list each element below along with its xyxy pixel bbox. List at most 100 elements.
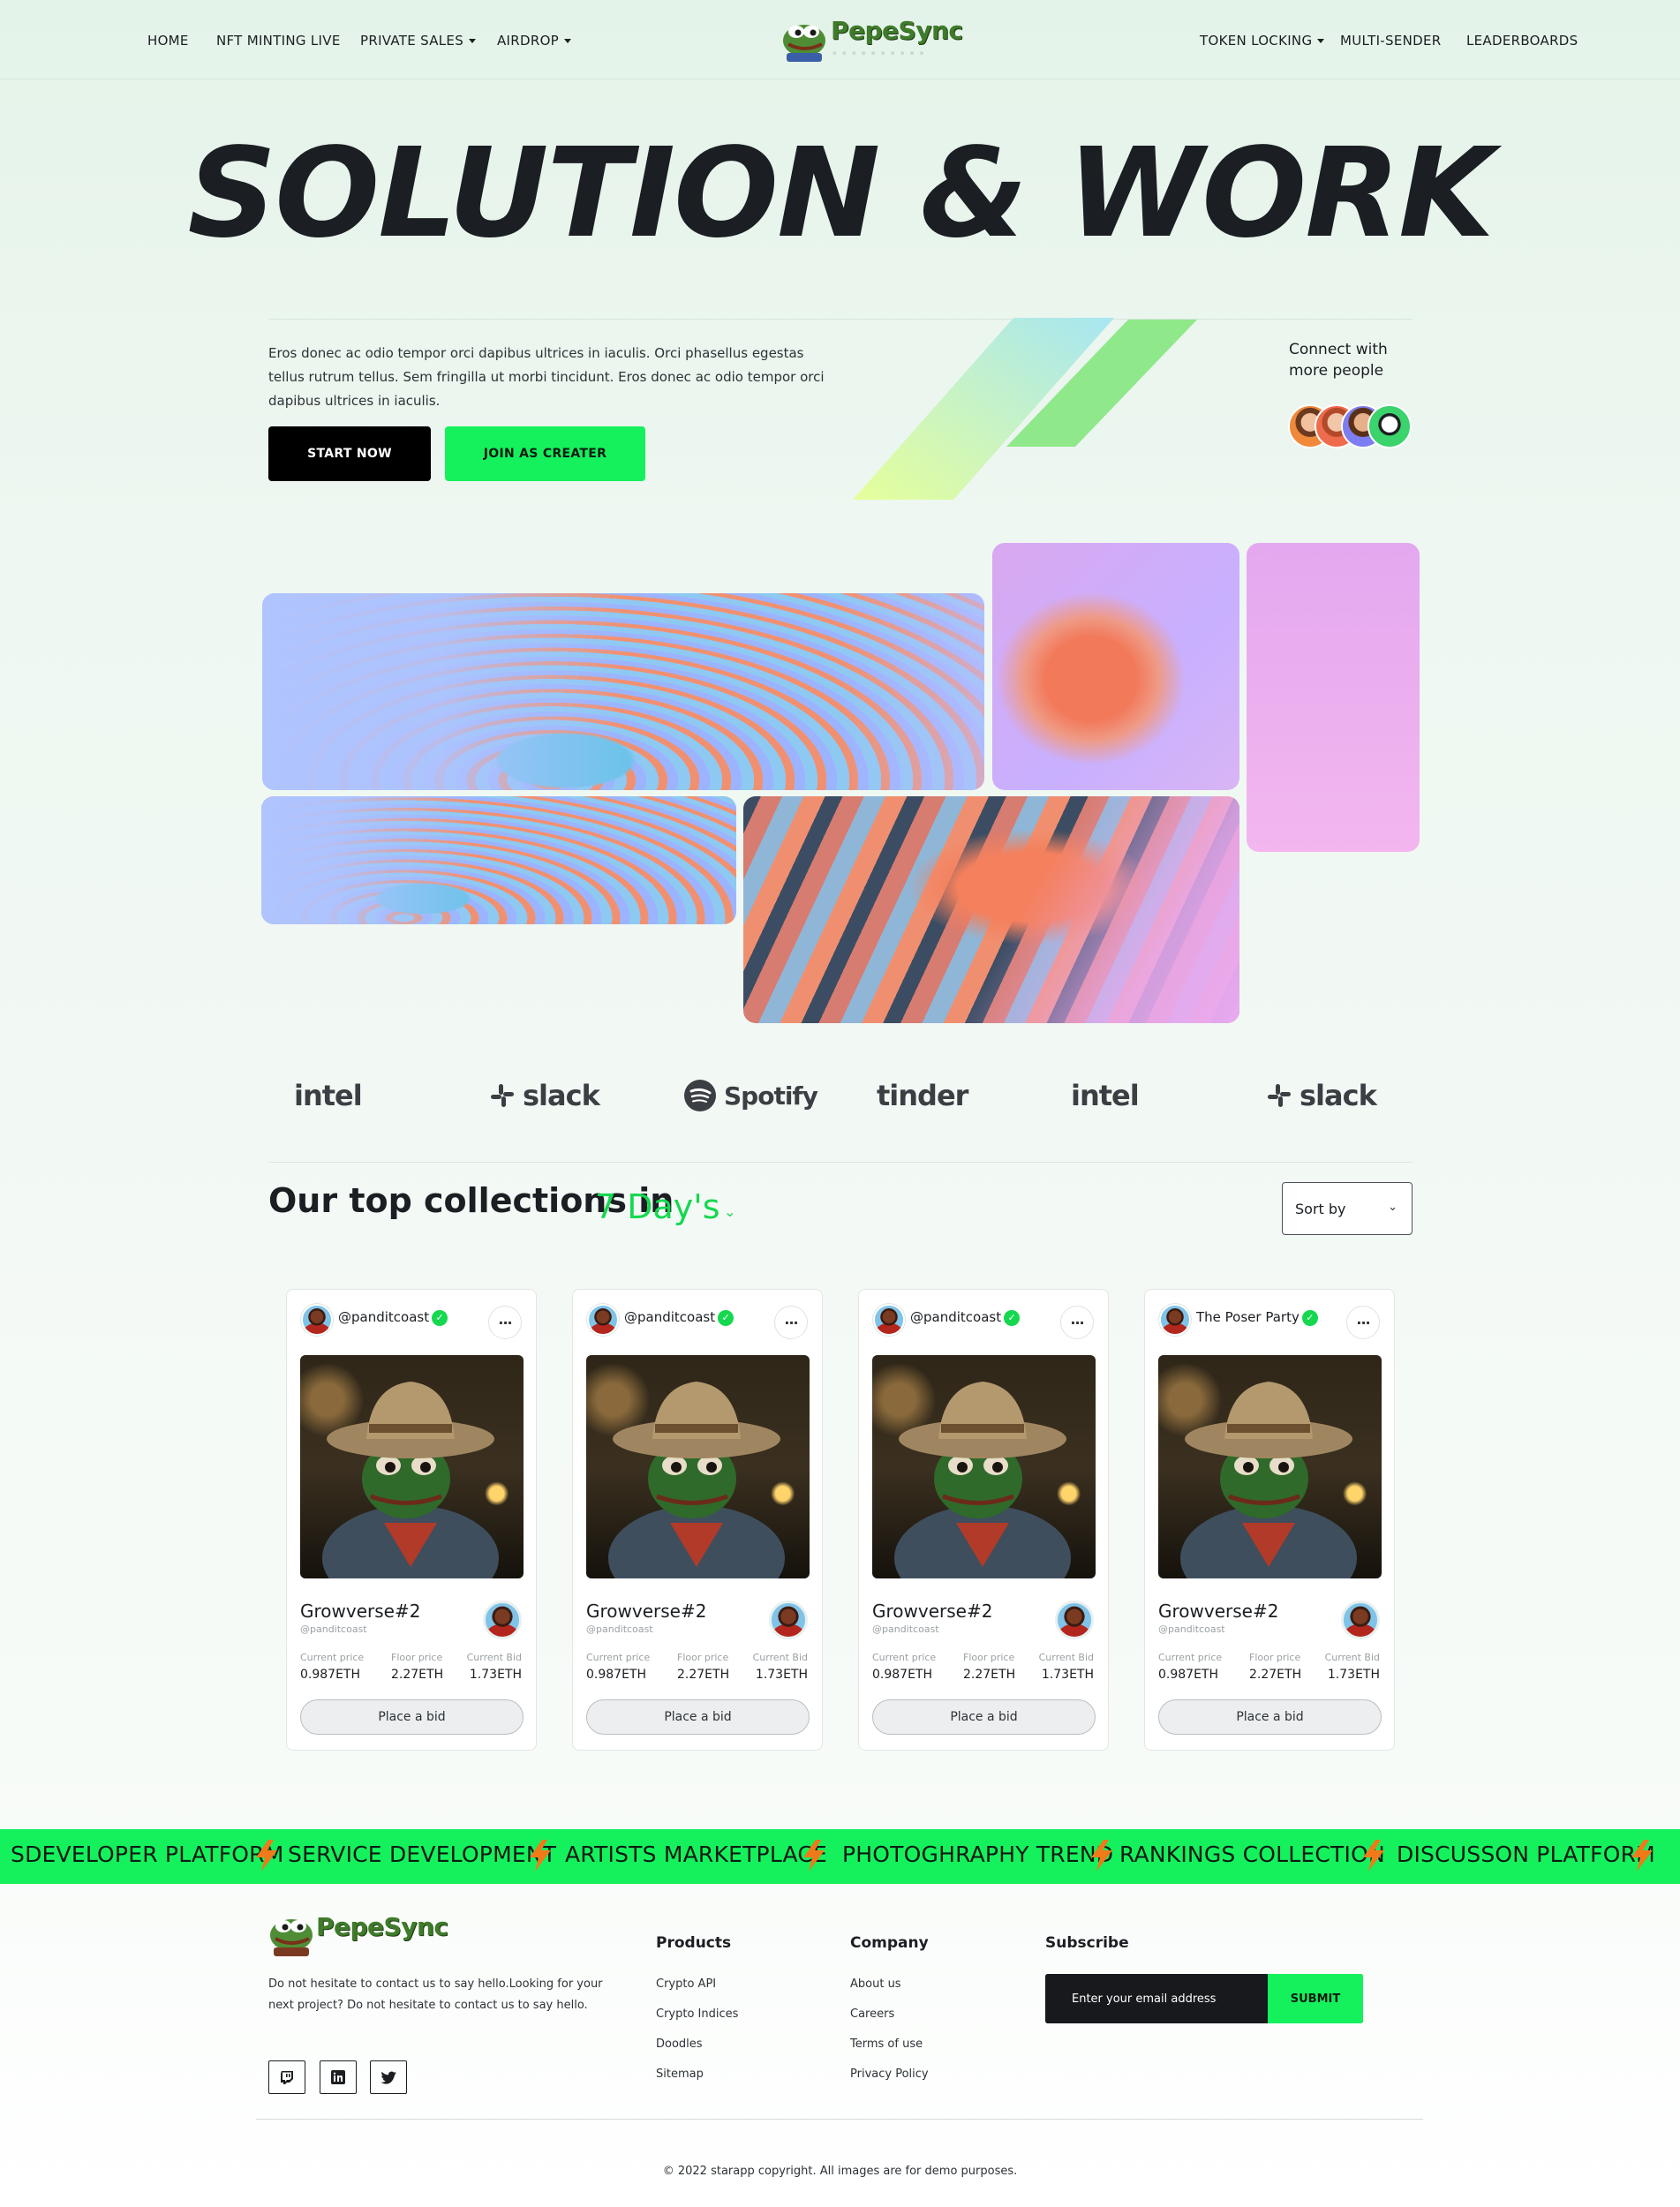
- brand-name: intel: [1071, 1079, 1140, 1112]
- more-options-button[interactable]: ···: [1060, 1306, 1094, 1339]
- nav-token-locking[interactable]: TOKEN LOCKING: [1200, 33, 1325, 49]
- nft-image[interactable]: [586, 1355, 810, 1578]
- brand-logo-intel: intel: [294, 1075, 363, 1116]
- chevron-down-icon: [469, 39, 477, 43]
- nft-handle[interactable]: @panditcoast: [872, 1623, 939, 1635]
- chevron-down-icon[interactable]: ⌄: [724, 1203, 735, 1220]
- place-bid-button[interactable]: Place a bid: [300, 1699, 524, 1735]
- footer-link[interactable]: Crypto API: [656, 1977, 716, 1991]
- footer-link[interactable]: Doodles: [656, 2038, 703, 2051]
- nft-card[interactable]: @panditcoast ✓ ··· Growverse#2 @panditcoa…: [858, 1289, 1109, 1751]
- twitter-icon[interactable]: [370, 2060, 407, 2094]
- username-text: @panditcoast: [624, 1309, 716, 1325]
- nav-leaderboards[interactable]: LEADERBOARDS: [1466, 33, 1578, 49]
- footer-link[interactable]: About us: [850, 1977, 901, 1991]
- floor-price-label: Floor price: [963, 1652, 1015, 1663]
- site-logo[interactable]: PepeSync ▪ ▪ ▪ ▪ ▪ ▪ ▪ ▪ ▪ ▪: [780, 14, 963, 64]
- current-price-label: Current price: [1158, 1652, 1223, 1663]
- more-options-button[interactable]: ···: [488, 1306, 522, 1339]
- twitch-icon[interactable]: [268, 2060, 305, 2094]
- nft-handle[interactable]: @panditcoast: [300, 1623, 367, 1635]
- sort-by-select[interactable]: Sort by ⌄: [1282, 1182, 1413, 1235]
- footer-logo[interactable]: PepeSync: [267, 1907, 470, 1960]
- decorative-stripes: [853, 318, 1197, 500]
- chevron-down-icon: ⌄: [1388, 1201, 1397, 1214]
- twitch-glyph: [281, 2071, 293, 2084]
- creator-avatar[interactable]: [1341, 1601, 1380, 1639]
- marquee-item: PHOTOGHRAPHY TREND: [842, 1842, 1114, 1867]
- creator-avatar[interactable]: [1055, 1601, 1094, 1639]
- nft-name[interactable]: Growverse#2: [586, 1601, 706, 1622]
- avatar[interactable]: [587, 1304, 619, 1336]
- floor-price-value: 2.27ETH: [963, 1668, 1016, 1682]
- footer-link[interactable]: Crypto Indices: [656, 2007, 738, 2021]
- place-bid-button[interactable]: Place a bid: [872, 1699, 1096, 1735]
- chevron-down-icon: [564, 39, 572, 43]
- card-username[interactable]: @panditcoast ✓: [338, 1309, 448, 1326]
- nav-private-sales-label: PRIVATE SALES: [360, 33, 464, 49]
- nft-image[interactable]: [300, 1355, 524, 1578]
- gallery-image: [262, 593, 984, 790]
- nft-name[interactable]: Growverse#2: [872, 1601, 992, 1622]
- more-options-button[interactable]: ···: [1346, 1306, 1380, 1339]
- nft-name[interactable]: Growverse#2: [1158, 1601, 1278, 1622]
- verified-check-icon: ✓: [1004, 1309, 1021, 1326]
- linkedin-icon[interactable]: [320, 2060, 357, 2094]
- nft-card[interactable]: @panditcoast ✓ ··· Growverse#2 @panditcoa…: [286, 1289, 537, 1751]
- slack-icon: [1268, 1084, 1291, 1107]
- footer-link[interactable]: Terms of use: [850, 2038, 923, 2051]
- nft-card[interactable]: @panditcoast ✓ ··· Growverse#2 @panditcoa…: [572, 1289, 823, 1751]
- nft-name[interactable]: Growverse#2: [300, 1601, 420, 1622]
- nft-image[interactable]: [1158, 1355, 1382, 1578]
- place-bid-button[interactable]: Place a bid: [586, 1699, 810, 1735]
- creator-avatar[interactable]: [483, 1601, 522, 1639]
- footer-link[interactable]: Careers: [850, 2007, 894, 2021]
- pepe-cowboy-art: [322, 1382, 499, 1578]
- creator-avatar[interactable]: [769, 1601, 808, 1639]
- submit-button[interactable]: SUBMIT: [1268, 1974, 1363, 2023]
- username-text: The Poser Party: [1196, 1309, 1300, 1325]
- floor-price-value: 2.27ETH: [391, 1668, 444, 1682]
- avatar[interactable]: [873, 1304, 905, 1336]
- nft-handle[interactable]: @panditcoast: [586, 1623, 653, 1635]
- current-bid-value: 1.73ETH: [469, 1668, 522, 1682]
- floor-price-value: 2.27ETH: [1249, 1668, 1302, 1682]
- nav-home[interactable]: HOME: [147, 33, 189, 49]
- current-bid-label: Current Bid: [752, 1652, 808, 1663]
- pepe-logo-icon: [270, 1919, 313, 1956]
- avatar[interactable]: [1159, 1304, 1191, 1336]
- nft-card[interactable]: The Poser Party ✓ ··· Growverse#2 @pandit…: [1144, 1289, 1395, 1751]
- brand-logo-slack: slack: [489, 1075, 600, 1116]
- footer-link[interactable]: Sitemap: [656, 2068, 704, 2081]
- card-username[interactable]: @panditcoast ✓: [624, 1309, 735, 1326]
- floor-price-label: Floor price: [391, 1652, 443, 1663]
- nav-airdrop[interactable]: AIRDROP: [497, 33, 572, 49]
- email-field[interactable]: [1045, 1974, 1268, 2023]
- connect-line-1: Connect with: [1289, 341, 1388, 358]
- footer-link[interactable]: Privacy Policy: [850, 2068, 929, 2081]
- logo-tagline: ▪ ▪ ▪ ▪ ▪ ▪ ▪ ▪ ▪ ▪: [832, 49, 926, 56]
- place-bid-button[interactable]: Place a bid: [1158, 1699, 1382, 1735]
- marquee-item: SERVICE DEVELOPMENT: [288, 1842, 557, 1867]
- card-username[interactable]: The Poser Party ✓: [1196, 1309, 1318, 1326]
- period-selector[interactable]: 7 Day's: [595, 1187, 720, 1226]
- start-now-button[interactable]: START NOW: [268, 426, 431, 481]
- card-username[interactable]: @panditcoast ✓: [910, 1309, 1021, 1326]
- copyright-text: © 2022 starapp copyright. All images are…: [662, 2165, 1018, 2178]
- nav-nft-minting-live[interactable]: NFT MINTING LIVE: [216, 33, 341, 49]
- nav-multi-sender[interactable]: MULTI-SENDER: [1340, 33, 1441, 49]
- hero-description: Eros donec ac odio tempor orci dapibus u…: [268, 345, 825, 409]
- pepe-cowboy-art: [894, 1382, 1071, 1578]
- current-bid-value: 1.73ETH: [1041, 1668, 1094, 1682]
- verified-check-icon: ✓: [1301, 1309, 1318, 1326]
- join-as-creator-button[interactable]: JOIN AS CREATER: [445, 426, 645, 481]
- nav-private-sales[interactable]: PRIVATE SALES: [360, 33, 477, 49]
- more-options-button[interactable]: ···: [774, 1306, 808, 1339]
- avatar[interactable]: [301, 1304, 333, 1336]
- avatar-group[interactable]: [1288, 404, 1412, 450]
- gallery-image: [743, 796, 1239, 1023]
- gallery-image: [992, 543, 1239, 790]
- nft-image[interactable]: [872, 1355, 1096, 1578]
- nft-handle[interactable]: @panditcoast: [1158, 1623, 1225, 1635]
- brand-name: slack: [1300, 1079, 1377, 1112]
